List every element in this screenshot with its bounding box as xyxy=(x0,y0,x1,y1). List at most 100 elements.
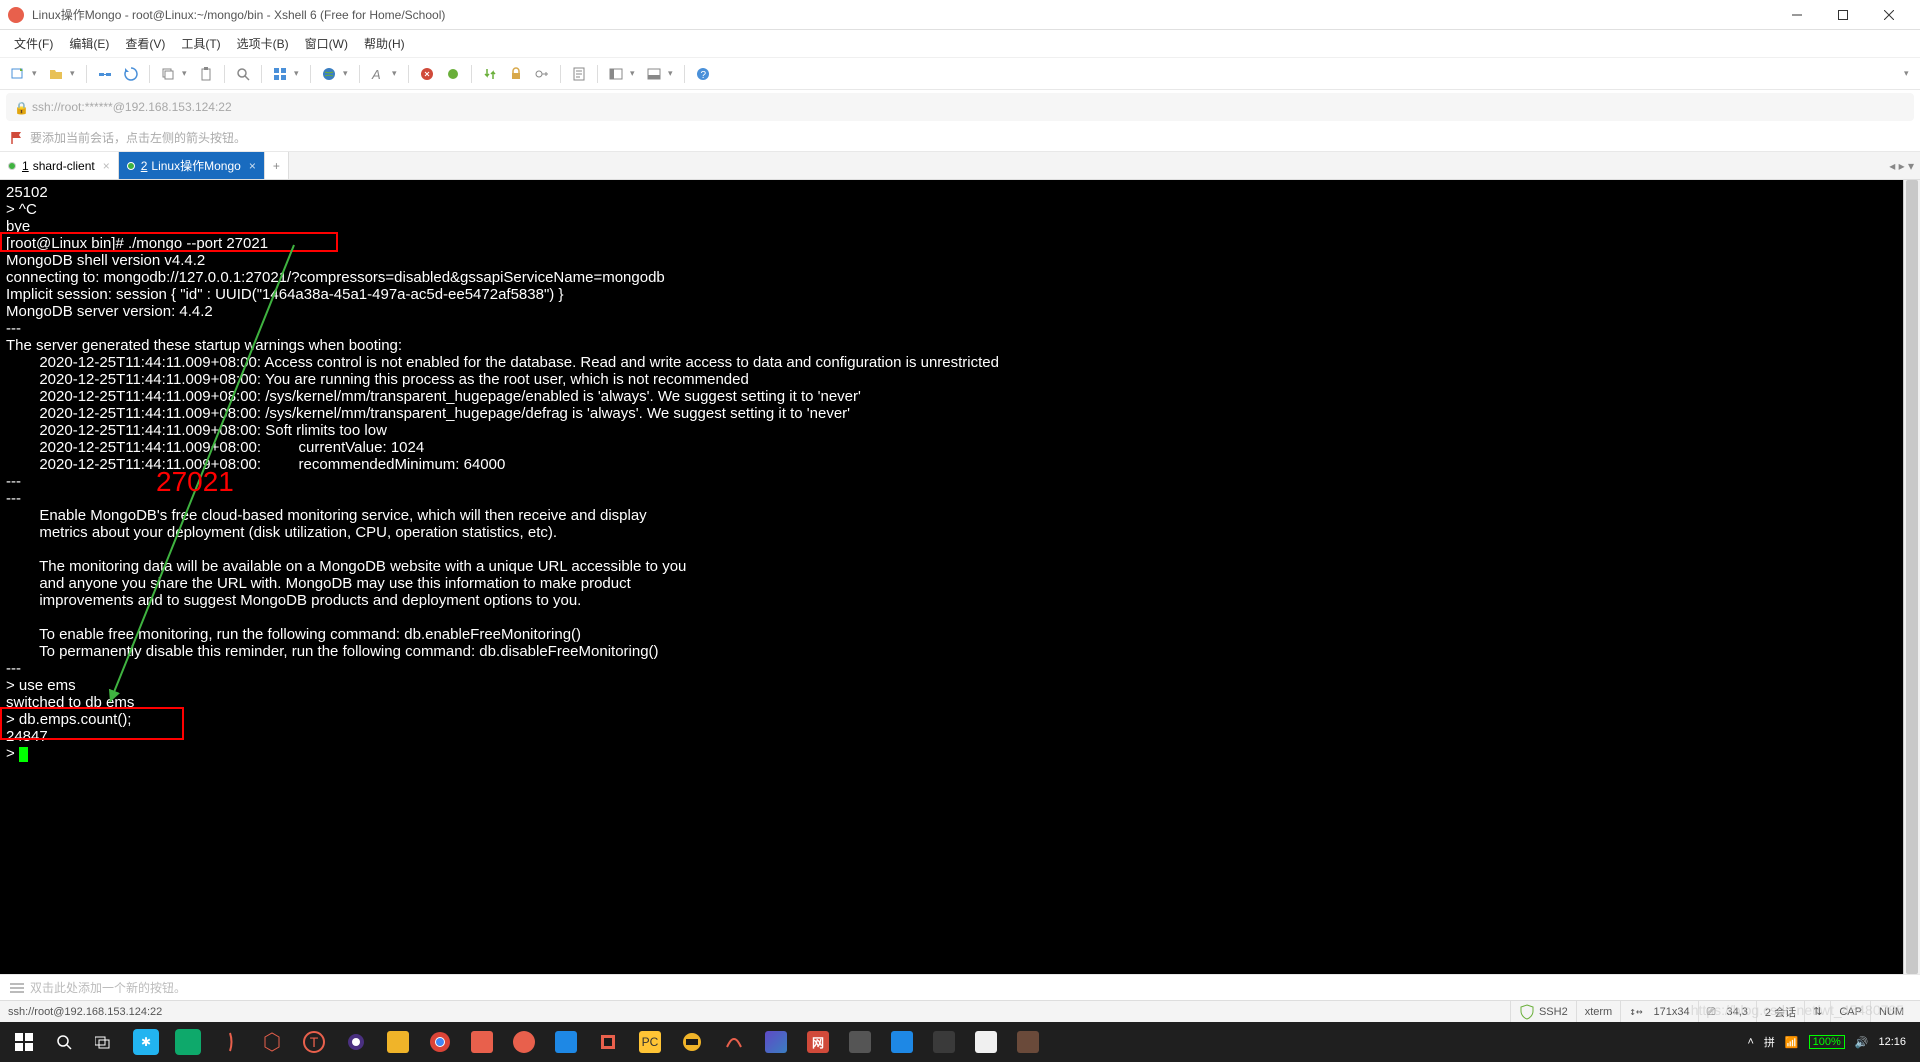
taskbar-app[interactable] xyxy=(840,1022,880,1062)
status-protocol: SSH2 xyxy=(1510,1001,1576,1022)
address-text: ssh://root:******@192.168.153.124:22 xyxy=(32,100,232,114)
taskbar-app[interactable] xyxy=(336,1022,376,1062)
taskbar-app[interactable] xyxy=(714,1022,754,1062)
taskbar-app[interactable] xyxy=(378,1022,418,1062)
dropdown-icon[interactable]: ▾ xyxy=(343,68,353,79)
taskbar-app[interactable] xyxy=(252,1022,292,1062)
taskbar-app[interactable] xyxy=(966,1022,1006,1062)
taskbar-app[interactable]: ✱ xyxy=(126,1022,166,1062)
taskbar-app[interactable] xyxy=(462,1022,502,1062)
taskbar-search[interactable] xyxy=(46,1022,82,1062)
menu-edit[interactable]: 编辑(E) xyxy=(61,31,117,56)
tab-number: 2 xyxy=(141,159,148,173)
tab-shard-client[interactable]: 1 shard-client × xyxy=(0,152,119,179)
taskbar-app[interactable] xyxy=(756,1022,796,1062)
taskbar-app[interactable]: PC xyxy=(630,1022,670,1062)
session-hint-bar: 要添加当前会话，点击左侧的箭头按钮。 xyxy=(0,124,1920,152)
script-button[interactable] xyxy=(415,62,439,86)
window-title: Linux操作Mongo - root@Linux:~/mongo/bin - … xyxy=(32,6,1774,23)
taskbar-app[interactable] xyxy=(504,1022,544,1062)
open-button[interactable] xyxy=(44,62,68,86)
quick-command-hint: 双击此处添加一个新的按钮。 xyxy=(30,979,186,996)
transfer-button[interactable] xyxy=(478,62,502,86)
status-term-size: ↕↔ 171x34 xyxy=(1620,1001,1697,1022)
tab-add-button[interactable]: + xyxy=(265,152,289,179)
taskbar-app[interactable] xyxy=(1008,1022,1048,1062)
key-button[interactable] xyxy=(530,62,554,86)
dropdown-icon[interactable]: ▾ xyxy=(182,68,192,79)
flag-icon xyxy=(10,131,24,145)
taskbar-app[interactable]: 网 xyxy=(798,1022,838,1062)
terminal[interactable]: 25102 > ^C bye [root@Linux bin]# ./mongo… xyxy=(0,180,1920,974)
font-button[interactable]: A xyxy=(366,62,390,86)
panel-button[interactable] xyxy=(642,62,666,86)
tray-overflow-icon[interactable]: ˄ xyxy=(1747,1036,1753,1048)
menu-view[interactable]: 查看(V) xyxy=(117,31,173,56)
tab-close-button[interactable]: × xyxy=(249,159,256,173)
dropdown-icon[interactable]: ▾ xyxy=(32,68,42,79)
taskbar-app[interactable] xyxy=(882,1022,922,1062)
battery-icon[interactable]: 100% xyxy=(1809,1035,1845,1049)
shield-icon xyxy=(1519,1004,1535,1020)
menu-window[interactable]: 窗口(W) xyxy=(297,31,356,56)
close-button[interactable] xyxy=(1866,0,1912,30)
svg-text:A: A xyxy=(371,67,381,82)
start-button[interactable] xyxy=(4,1022,44,1062)
task-view-button[interactable] xyxy=(84,1022,124,1062)
terminal-scrollbar[interactable] xyxy=(1903,180,1920,974)
network-icon[interactable]: 📶 xyxy=(1785,1036,1799,1049)
paste-button[interactable] xyxy=(194,62,218,86)
terminal-output: 25102 > ^C bye [root@Linux bin]# ./mongo… xyxy=(6,184,1914,762)
globe-button[interactable] xyxy=(317,62,341,86)
sidebar-button[interactable] xyxy=(604,62,628,86)
menu-bar: 文件(F) 编辑(E) 查看(V) 工具(T) 选项卡(B) 窗口(W) 帮助(… xyxy=(0,30,1920,58)
reconnect-button[interactable] xyxy=(119,62,143,86)
properties-button[interactable] xyxy=(567,62,591,86)
clock[interactable]: 12:16 xyxy=(1878,1036,1906,1048)
status-dot-icon xyxy=(8,162,16,170)
find-button[interactable] xyxy=(231,62,255,86)
status-term-type: xterm xyxy=(1576,1001,1621,1022)
tab-linux-mongo[interactable]: 2 Linux操作Mongo × xyxy=(119,152,265,179)
volume-icon[interactable]: 🔊 xyxy=(1855,1036,1869,1049)
tab-number: 1 xyxy=(22,159,29,173)
taskbar-app[interactable] xyxy=(210,1022,250,1062)
taskbar-app[interactable] xyxy=(168,1022,208,1062)
help-button[interactable]: ? xyxy=(691,62,715,86)
menu-tab[interactable]: 选项卡(B) xyxy=(229,31,297,56)
watermark: https://blog.csdn.net/wt_45480785 xyxy=(1691,1002,1904,1018)
tab-label: Linux操作Mongo xyxy=(151,157,240,174)
lock-button[interactable] xyxy=(504,62,528,86)
taskbar-app[interactable] xyxy=(588,1022,628,1062)
ime-icon[interactable]: 拼 xyxy=(1764,1034,1775,1050)
maximize-button[interactable] xyxy=(1820,0,1866,30)
taskbar-app[interactable]: T xyxy=(294,1022,334,1062)
dropdown-icon[interactable]: ▾ xyxy=(392,68,402,79)
quick-command-bar[interactable]: 双击此处添加一个新的按钮。 xyxy=(0,974,1920,1000)
menu-tools[interactable]: 工具(T) xyxy=(173,31,228,56)
copy-button[interactable] xyxy=(156,62,180,86)
taskbar-app[interactable] xyxy=(546,1022,586,1062)
taskbar-app[interactable] xyxy=(672,1022,712,1062)
app-icon xyxy=(8,7,24,23)
toolbar-overflow-icon[interactable]: ▾ xyxy=(1904,68,1914,79)
status-bar: ssh://root@192.168.153.124:22 SSH2 xterm… xyxy=(0,1000,1920,1022)
tab-scroll-buttons[interactable]: ◂ ▸ ▾ xyxy=(1883,152,1920,179)
tab-close-button[interactable]: × xyxy=(103,159,110,173)
dropdown-icon[interactable]: ▾ xyxy=(630,68,640,79)
record-button[interactable] xyxy=(441,62,465,86)
menu-file[interactable]: 文件(F) xyxy=(6,31,61,56)
dropdown-icon[interactable]: ▾ xyxy=(294,68,304,79)
dropdown-icon[interactable]: ▾ xyxy=(70,68,80,79)
taskbar-app[interactable] xyxy=(420,1022,460,1062)
menu-help[interactable]: 帮助(H) xyxy=(356,31,413,56)
layout-button[interactable] xyxy=(268,62,292,86)
system-tray[interactable]: ˄ 拼 📶 100% 🔊 12:16 xyxy=(1737,1034,1916,1050)
link-button[interactable] xyxy=(93,62,117,86)
taskbar-app[interactable] xyxy=(924,1022,964,1062)
hint-text: 要添加当前会话，点击左侧的箭头按钮。 xyxy=(30,129,246,146)
dropdown-icon[interactable]: ▾ xyxy=(668,68,678,79)
address-bar[interactable]: 🔒 ssh://root:******@192.168.153.124:22 xyxy=(6,93,1914,121)
minimize-button[interactable] xyxy=(1774,0,1820,30)
new-session-button[interactable] xyxy=(6,62,30,86)
